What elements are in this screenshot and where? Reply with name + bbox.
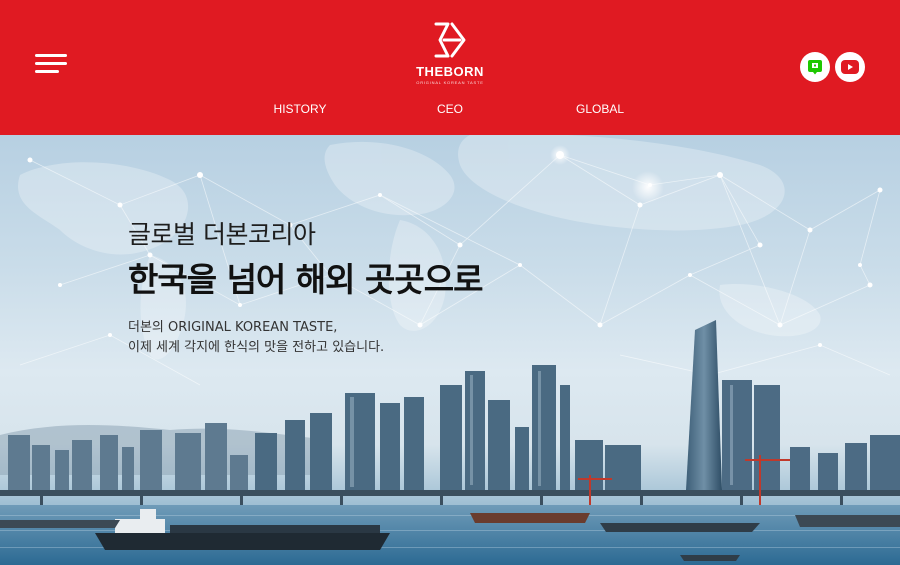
hero-banner: 글로벌 더본코리아 한국을 넘어 해외 곳곳으로 더본의 ORIGINAL KO… xyxy=(0,135,900,565)
hero-title: 한국을 넘어 해외 곳곳으로 xyxy=(128,260,483,299)
hero-subtitle: 글로벌 더본코리아 xyxy=(128,220,316,249)
nav-item-global[interactable]: GLOBAL xyxy=(576,102,624,116)
brand-logo[interactable]: THEBORN ORIGINAL KOREAN TASTE xyxy=(410,18,490,90)
hero-description-line: 이제 세계 각지에 한식의 맛을 전하고 있습니다. xyxy=(128,340,385,355)
social-links xyxy=(800,52,865,82)
hero-description-line: 더본의 ORIGINAL KOREAN TASTE, xyxy=(128,320,338,335)
theborn-logo-icon xyxy=(434,22,466,58)
blog-icon[interactable] xyxy=(800,52,830,82)
site-header: THEBORN ORIGINAL KOREAN TASTE HISTORY CE… xyxy=(0,0,900,135)
hamburger-menu-icon[interactable] xyxy=(35,54,67,78)
main-nav: HISTORY CEO GLOBAL xyxy=(0,102,900,120)
brand-tagline: ORIGINAL KOREAN TASTE xyxy=(416,80,484,85)
hero-description: 더본의 ORIGINAL KOREAN TASTE, 이제 세계 각지에 한식의… xyxy=(128,318,384,358)
nav-item-history[interactable]: HISTORY xyxy=(274,102,327,116)
nav-item-ceo[interactable]: CEO xyxy=(437,102,463,116)
youtube-icon[interactable] xyxy=(835,52,865,82)
brand-name: THEBORN xyxy=(416,64,484,79)
